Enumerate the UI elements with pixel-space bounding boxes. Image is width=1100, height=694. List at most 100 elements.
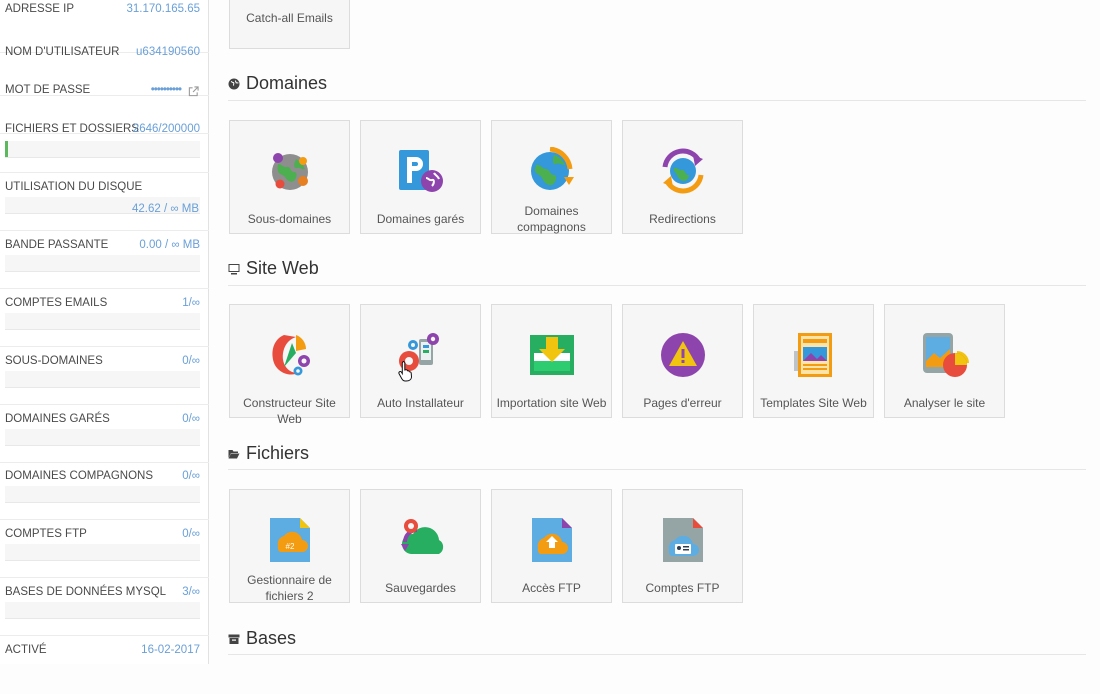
stat-label: NOM D'UTILISATEUR bbox=[5, 46, 120, 58]
section-title-text: Bases bbox=[246, 628, 297, 648]
monitor-icon bbox=[228, 263, 240, 274]
svg-text:#2: #2 bbox=[285, 542, 294, 551]
section-title-text: Site Web bbox=[246, 258, 319, 278]
files-progress-fill bbox=[5, 141, 8, 157]
stat-value: 42.62 / ∞ MB bbox=[131, 203, 199, 215]
tile-label: Redirections bbox=[649, 212, 716, 226]
stat-label: DOMAINES COMPAGNONS bbox=[5, 470, 154, 482]
main-panel: Catch-all Emails Domaines Sous-domaines … bbox=[210, 0, 1100, 664]
tile-label: Sauvegardes bbox=[385, 581, 456, 595]
stat-activated: ACTIVÉ 16-02-2017 bbox=[0, 636, 209, 694]
stat-value: 16-02-2017 bbox=[141, 644, 200, 656]
tile-import-website[interactable]: Importation site Web bbox=[491, 304, 612, 418]
addon-progress-bar bbox=[5, 486, 200, 503]
tile-label: Pages d'erreur bbox=[643, 396, 722, 410]
tile-label: Catch-all Emails bbox=[246, 11, 333, 25]
stat-value: 0/∞ bbox=[182, 355, 200, 367]
tile-label: Gestionnaire de fichiers 2 bbox=[247, 573, 332, 603]
section-title-siteweb: Site Web bbox=[228, 258, 319, 279]
section-divider bbox=[228, 654, 1086, 655]
globe-icon bbox=[228, 78, 240, 89]
tile-backups[interactable]: Sauvegardes bbox=[360, 489, 481, 603]
tile-label: Constructeur Site Web bbox=[243, 396, 336, 426]
stat-bandwidth: BANDE PASSANTE 0.00 / ∞ MB bbox=[0, 231, 209, 289]
tile-label: Comptes FTP bbox=[645, 581, 720, 595]
stat-label: BANDE PASSANTE bbox=[5, 239, 109, 251]
tile-website-templates[interactable]: Templates Site Web bbox=[753, 304, 874, 418]
import-website-icon bbox=[529, 335, 574, 375]
hand-cursor-icon bbox=[398, 361, 412, 382]
tile-ftp-accounts[interactable]: Comptes FTP bbox=[622, 489, 743, 603]
stat-value: 0/∞ bbox=[182, 470, 200, 482]
tile-website-builder[interactable]: Constructeur Site Web bbox=[229, 304, 350, 426]
website-builder-icon bbox=[271, 335, 310, 376]
archive-icon bbox=[228, 634, 240, 644]
stat-label: MOT DE PASSE bbox=[5, 84, 91, 96]
tile-redirects[interactable]: Redirections bbox=[622, 120, 743, 234]
stat-mysql-databases: BASES DE DONNÉES MYSQL 3/∞ bbox=[0, 578, 209, 636]
stat-value: 1/∞ bbox=[182, 297, 200, 309]
password-mask: •••••••••• bbox=[150, 84, 182, 96]
section-title-text: Fichiers bbox=[246, 443, 310, 463]
tile-catch-all-emails[interactable]: Catch-all Emails bbox=[229, 0, 350, 49]
tile-analyze-site[interactable]: Analyser le site bbox=[884, 304, 1005, 418]
stat-value: 0/∞ bbox=[182, 528, 200, 540]
stat-addon-domains: DOMAINES COMPAGNONS 0/∞ bbox=[0, 462, 209, 520]
tile-label: Templates Site Web bbox=[760, 396, 867, 410]
stat-value: 31.170.165.65 bbox=[126, 3, 200, 15]
files-progress-bar bbox=[5, 141, 200, 158]
stat-value: u634190560 bbox=[136, 46, 200, 58]
section-divider bbox=[228, 285, 1086, 286]
section-title-domaines: Domaines bbox=[228, 73, 327, 94]
external-link-icon[interactable] bbox=[188, 86, 199, 97]
stat-value: 2646/200000 bbox=[132, 123, 200, 135]
subdomains-icon bbox=[271, 153, 308, 190]
stat-label: COMPTES EMAILS bbox=[5, 297, 108, 309]
stat-label: ACTIVÉ bbox=[5, 644, 47, 656]
stat-value: 0.00 / ∞ MB bbox=[139, 239, 200, 251]
addon-domains-icon bbox=[530, 147, 574, 190]
stat-email-accounts: COMPTES EMAILS 1/∞ bbox=[0, 289, 209, 347]
account-sidebar: ADRESSE IP 31.170.165.65 NOM D'UTILISATE… bbox=[0, 0, 209, 664]
stat-label: ADRESSE IP bbox=[5, 3, 75, 15]
backups-icon bbox=[400, 519, 443, 554]
tile-subdomains[interactable]: Sous-domaines bbox=[229, 120, 350, 234]
stat-disk-usage: UTILISATION DU DISQUE 42.62 / ∞ MB bbox=[0, 173, 209, 231]
website-templates-icon bbox=[793, 333, 832, 377]
stat-label: BASES DE DONNÉES MYSQL bbox=[5, 586, 167, 598]
tile-label: Domaines compagnons bbox=[517, 204, 586, 234]
subdomains-progress-bar bbox=[5, 371, 200, 388]
tile-file-manager[interactable]: #2 Gestionnaire de fichiers 2 bbox=[229, 489, 350, 603]
section-divider bbox=[228, 469, 1086, 470]
parked-progress-bar bbox=[5, 429, 200, 446]
emails-progress-bar bbox=[5, 313, 200, 330]
file-manager-icon: #2 bbox=[269, 518, 310, 562]
analyze-site-icon bbox=[922, 333, 969, 377]
ftp-accounts-icon bbox=[662, 518, 703, 562]
ftp-progress-bar bbox=[5, 544, 200, 561]
tile-label: Sous-domaines bbox=[247, 212, 332, 226]
error-pages-icon bbox=[660, 333, 705, 377]
mysql-progress-bar bbox=[5, 602, 200, 619]
parked-domains-icon bbox=[398, 150, 443, 192]
folder-open-icon bbox=[228, 449, 240, 458]
section-title-fichiers: Fichiers bbox=[228, 443, 309, 464]
tile-label: Accès FTP bbox=[522, 581, 581, 595]
tile-auto-installer[interactable]: Auto Installateur bbox=[360, 304, 481, 418]
tile-addon-domains[interactable]: Domaines compagnons bbox=[491, 120, 612, 234]
stat-label: UTILISATION DU DISQUE bbox=[5, 181, 143, 193]
redirects-icon bbox=[662, 148, 703, 194]
stat-files-folders: FICHIERS ET DOSSIERS 2646/200000 bbox=[0, 115, 209, 173]
tile-label: Importation site Web bbox=[496, 396, 607, 410]
stat-value: 0/∞ bbox=[182, 413, 200, 425]
tile-parked-domains[interactable]: Domaines garés bbox=[360, 120, 481, 234]
section-title-bases: Bases bbox=[228, 628, 296, 649]
stat-value: 3/∞ bbox=[182, 586, 200, 598]
section-divider bbox=[228, 100, 1086, 101]
tile-ftp-access[interactable]: Accès FTP bbox=[491, 489, 612, 603]
bandwidth-progress-bar bbox=[5, 255, 200, 272]
tile-error-pages[interactable]: Pages d'erreur bbox=[622, 304, 743, 418]
stat-label: SOUS-DOMAINES bbox=[5, 355, 103, 367]
stat-parked-domains: DOMAINES GARÉS 0/∞ bbox=[0, 405, 209, 463]
stat-ftp-accounts: COMPTES FTP 0/∞ bbox=[0, 520, 209, 578]
